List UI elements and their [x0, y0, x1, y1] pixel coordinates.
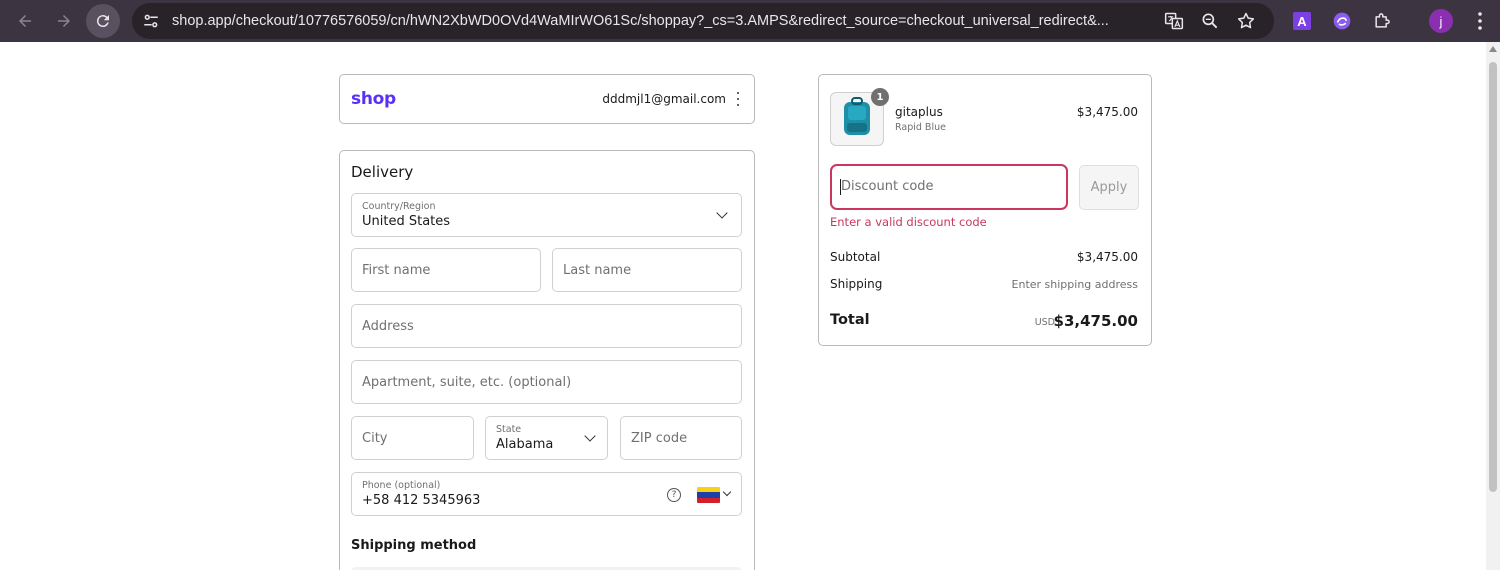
state-value: Alabama	[496, 437, 554, 452]
browser-toolbar: shop.app/checkout/10776576059/cn/hWN2XbW…	[0, 0, 1500, 42]
apartment-placeholder: Apartment, suite, etc. (optional)	[362, 375, 572, 390]
shop-logo: shop	[351, 89, 396, 109]
country-value: United States	[362, 214, 451, 229]
phone-label: Phone (optional)	[362, 480, 441, 491]
help-icon[interactable]: ?	[667, 488, 681, 502]
account-menu-icon[interactable]	[736, 92, 740, 106]
kebab-menu-icon	[1478, 12, 1482, 30]
chevron-down-icon	[584, 430, 596, 442]
total-currency: USD	[1034, 317, 1055, 328]
delivery-title: Delivery	[351, 163, 414, 181]
address-bar[interactable]: shop.app/checkout/10776576059/cn/hWN2XbW…	[132, 3, 1274, 39]
discount-placeholder: Discount code	[841, 179, 934, 194]
back-button[interactable]	[8, 4, 42, 38]
quantity-badge: 1	[871, 88, 889, 106]
subtotal-value: $3,475.00	[1076, 250, 1138, 264]
apartment-input[interactable]: Apartment, suite, etc. (optional)	[351, 360, 742, 404]
total-value: $3,475.00	[1053, 312, 1138, 330]
country-label: Country/Region	[362, 201, 436, 212]
profile-avatar[interactable]: j	[1429, 9, 1453, 33]
puzzle-icon	[1375, 13, 1390, 28]
state-select[interactable]: State Alabama	[485, 416, 608, 460]
extension-b-icon	[1333, 12, 1351, 30]
zip-input[interactable]: ZIP code	[620, 416, 742, 460]
apply-discount-button[interactable]: Apply	[1079, 165, 1139, 210]
first-name-input[interactable]: First name	[351, 248, 541, 292]
delivery-section: Delivery Country/Region United States Fi…	[339, 150, 755, 570]
discount-code-input[interactable]: Discount code	[830, 164, 1068, 210]
phone-input[interactable]: Phone (optional) +58 412 5345963 ?	[351, 472, 742, 516]
product-price: $3,475.00	[1076, 105, 1138, 119]
zoom-icon[interactable]	[1200, 11, 1220, 31]
scroll-thumb[interactable]	[1489, 62, 1497, 492]
last-name-input[interactable]: Last name	[552, 248, 742, 292]
forward-button[interactable]	[47, 4, 81, 38]
browser-menu-button[interactable]	[1468, 7, 1492, 35]
shop-pay-header: shop dddmjl1@gmail.com	[339, 74, 755, 124]
arrow-right-icon	[58, 15, 70, 27]
city-placeholder: City	[362, 431, 388, 446]
account-email: dddmjl1@gmail.com	[602, 92, 726, 106]
extension-a-icon: A	[1293, 12, 1311, 30]
product-variant: Rapid Blue	[895, 122, 946, 133]
subtotal-label: Subtotal	[830, 250, 881, 264]
shipping-value: Enter shipping address	[1011, 278, 1138, 291]
discount-error-message: Enter a valid discount code	[830, 215, 987, 229]
first-name-placeholder: First name	[362, 263, 431, 278]
bookmark-star-icon[interactable]	[1236, 11, 1256, 31]
extension-b-button[interactable]	[1328, 7, 1356, 35]
zip-placeholder: ZIP code	[631, 431, 688, 446]
page-scrollbar[interactable]	[1486, 42, 1500, 570]
arrow-left-icon	[19, 15, 31, 27]
reload-button[interactable]	[86, 4, 120, 38]
chevron-down-icon	[716, 207, 728, 219]
country-select[interactable]: Country/Region United States	[351, 193, 742, 237]
shipping-label: Shipping	[830, 277, 883, 291]
total-label: Total	[830, 312, 870, 328]
reload-icon	[96, 15, 109, 28]
venezuela-flag-icon[interactable]	[697, 487, 720, 503]
order-summary: 1 gitaplus Rapid Blue $3,475.00 Discount…	[818, 74, 1152, 346]
scroll-up-arrow-icon[interactable]	[1489, 46, 1497, 52]
extensions-button[interactable]	[1368, 7, 1396, 35]
address-placeholder: Address	[362, 319, 414, 334]
extension-a-button[interactable]: A	[1288, 7, 1316, 35]
address-input[interactable]: Address	[351, 304, 742, 348]
product-name: gitaplus	[895, 105, 943, 119]
site-info-icon[interactable]	[142, 12, 160, 30]
chevron-down-icon[interactable]	[722, 487, 732, 497]
city-input[interactable]: City	[351, 416, 474, 460]
translate-icon[interactable]	[1164, 11, 1184, 31]
last-name-placeholder: Last name	[563, 263, 632, 278]
state-label: State	[496, 424, 522, 435]
shipping-method-title: Shipping method	[351, 538, 477, 553]
phone-value: +58 412 5345963	[362, 493, 481, 508]
url-text[interactable]: shop.app/checkout/10776576059/cn/hWN2XbW…	[172, 3, 1157, 39]
